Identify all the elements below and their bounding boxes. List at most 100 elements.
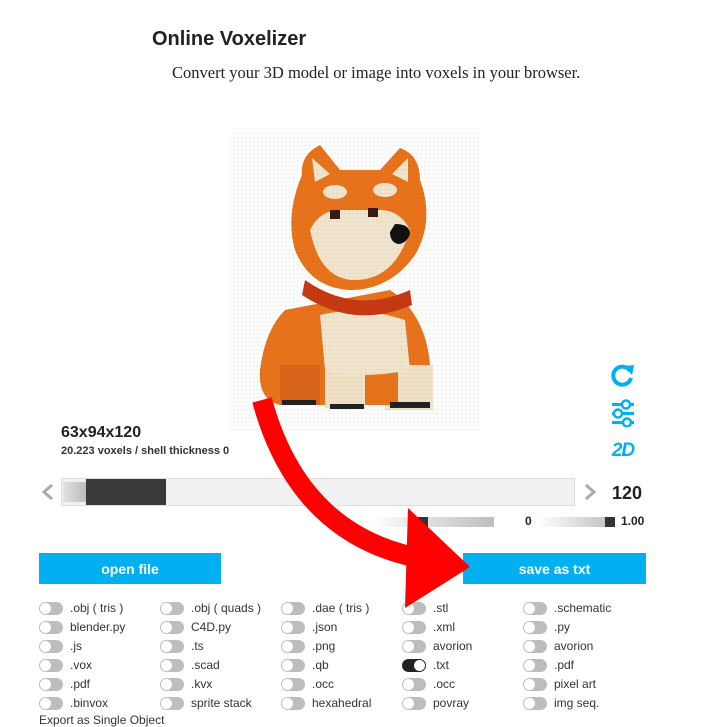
shell-thickness-slider[interactable] bbox=[370, 517, 494, 527]
format-option[interactable]: .png bbox=[281, 638, 335, 654]
toggle-switch[interactable] bbox=[160, 658, 184, 672]
threshold-slider[interactable] bbox=[538, 517, 615, 527]
model-preview-canvas[interactable] bbox=[230, 130, 480, 430]
format-label: .occ bbox=[433, 677, 456, 691]
format-label: povray bbox=[433, 696, 470, 710]
toggle-switch[interactable] bbox=[39, 639, 63, 653]
format-label: .txt bbox=[433, 658, 450, 672]
toggle-knob bbox=[403, 697, 414, 709]
toggle-knob bbox=[282, 697, 293, 709]
format-label: img seq. bbox=[554, 696, 600, 710]
format-option[interactable]: .xml bbox=[402, 619, 455, 635]
save-button[interactable]: save as txt bbox=[463, 553, 646, 584]
format-option[interactable]: .ts bbox=[160, 638, 204, 654]
format-option[interactable]: C4D.py bbox=[160, 619, 231, 635]
format-label: avorion bbox=[554, 639, 594, 653]
toggle-switch[interactable] bbox=[281, 639, 305, 653]
format-option[interactable]: blender.py bbox=[39, 619, 125, 635]
settings-sliders-icon[interactable] bbox=[608, 398, 638, 428]
toggle-switch[interactable] bbox=[39, 696, 63, 710]
resolution-slider[interactable] bbox=[61, 478, 575, 506]
format-option[interactable]: pixel art bbox=[523, 676, 596, 692]
toggle-switch[interactable] bbox=[39, 658, 63, 672]
format-option[interactable]: sprite stack bbox=[160, 695, 252, 711]
toggle-knob bbox=[524, 697, 535, 709]
toggle-switch[interactable] bbox=[281, 677, 305, 691]
toggle-switch[interactable] bbox=[402, 696, 426, 710]
toggle-knob bbox=[40, 678, 51, 690]
toggle-switch[interactable] bbox=[523, 639, 547, 653]
format-option[interactable]: .py bbox=[523, 619, 570, 635]
toggle-switch[interactable] bbox=[281, 620, 305, 634]
toggle-knob bbox=[40, 602, 51, 614]
format-option[interactable]: .binvox bbox=[39, 695, 108, 711]
toggle-knob bbox=[282, 602, 293, 614]
toggle-switch[interactable] bbox=[402, 639, 426, 653]
toggle-knob bbox=[282, 640, 293, 652]
toggle-switch[interactable] bbox=[402, 620, 426, 634]
open-file-button[interactable]: open file bbox=[39, 553, 221, 584]
toggle-switch[interactable] bbox=[402, 601, 426, 615]
format-option[interactable]: povray bbox=[402, 695, 469, 711]
format-option[interactable]: .qb bbox=[281, 657, 329, 673]
format-option[interactable]: hexahedral bbox=[281, 695, 371, 711]
format-option[interactable]: .obj ( tris ) bbox=[39, 600, 123, 616]
toggle-switch[interactable] bbox=[39, 620, 63, 634]
format-label: C4D.py bbox=[191, 620, 232, 634]
format-label: .png bbox=[312, 639, 336, 653]
toggle-switch[interactable] bbox=[281, 601, 305, 615]
shell-thickness-knob[interactable] bbox=[418, 517, 428, 527]
format-label: .schematic bbox=[554, 601, 612, 615]
format-option[interactable]: .js bbox=[39, 638, 82, 654]
resolution-slider-track-start bbox=[63, 482, 86, 502]
toggle-knob bbox=[161, 678, 172, 690]
toggle-switch[interactable] bbox=[523, 601, 547, 615]
format-option[interactable]: .dae ( tris ) bbox=[281, 600, 369, 616]
toggle-switch[interactable] bbox=[402, 677, 426, 691]
toggle-switch[interactable] bbox=[523, 696, 547, 710]
format-option[interactable]: .obj ( quads ) bbox=[160, 600, 261, 616]
toggle-knob bbox=[161, 602, 172, 614]
toggle-switch[interactable] bbox=[281, 658, 305, 672]
format-option[interactable]: .scad bbox=[160, 657, 220, 673]
format-option[interactable]: avorion bbox=[402, 638, 472, 654]
model-dimensions: 63x94x120 bbox=[61, 424, 142, 441]
format-option[interactable]: .schematic bbox=[523, 600, 611, 616]
toggle-switch[interactable] bbox=[160, 677, 184, 691]
toggle-knob bbox=[40, 697, 51, 709]
toggle-switch[interactable] bbox=[523, 620, 547, 634]
2d-icon[interactable]: 2D bbox=[608, 436, 638, 466]
rotate-icon[interactable] bbox=[608, 360, 638, 390]
voxel-dog-image bbox=[230, 130, 480, 430]
format-option[interactable]: .occ bbox=[281, 676, 334, 692]
format-option[interactable]: .txt bbox=[402, 657, 449, 673]
toggle-switch[interactable] bbox=[160, 639, 184, 653]
toggle-switch[interactable] bbox=[39, 601, 63, 615]
resolution-slider-handle[interactable] bbox=[86, 479, 166, 505]
toggle-switch[interactable] bbox=[523, 677, 547, 691]
toggle-switch[interactable] bbox=[160, 620, 184, 634]
toggle-switch[interactable] bbox=[523, 658, 547, 672]
toggle-switch[interactable] bbox=[39, 677, 63, 691]
format-option[interactable]: .vox bbox=[39, 657, 92, 673]
toggle-switch[interactable] bbox=[281, 696, 305, 710]
format-option[interactable]: .pdf bbox=[39, 676, 90, 692]
chevron-left-icon[interactable] bbox=[40, 482, 56, 502]
format-option[interactable]: .occ bbox=[402, 676, 455, 692]
toggle-switch[interactable] bbox=[160, 696, 184, 710]
format-option[interactable]: .json bbox=[281, 619, 337, 635]
threshold-min-label: 0 bbox=[525, 514, 532, 528]
format-option[interactable]: .stl bbox=[402, 600, 448, 616]
toggle-knob bbox=[161, 640, 172, 652]
format-option[interactable]: avorion bbox=[523, 638, 593, 654]
format-option[interactable]: img seq. bbox=[523, 695, 599, 711]
toggle-switch[interactable] bbox=[160, 601, 184, 615]
chevron-right-icon[interactable] bbox=[582, 482, 598, 502]
format-option[interactable]: .kvx bbox=[160, 676, 212, 692]
format-label: sprite stack bbox=[191, 696, 252, 710]
toggle-knob bbox=[524, 659, 535, 671]
threshold-knob[interactable] bbox=[605, 517, 615, 527]
resolution-value: 120 bbox=[612, 483, 643, 503]
format-option[interactable]: .pdf bbox=[523, 657, 574, 673]
toggle-switch[interactable] bbox=[402, 658, 426, 672]
